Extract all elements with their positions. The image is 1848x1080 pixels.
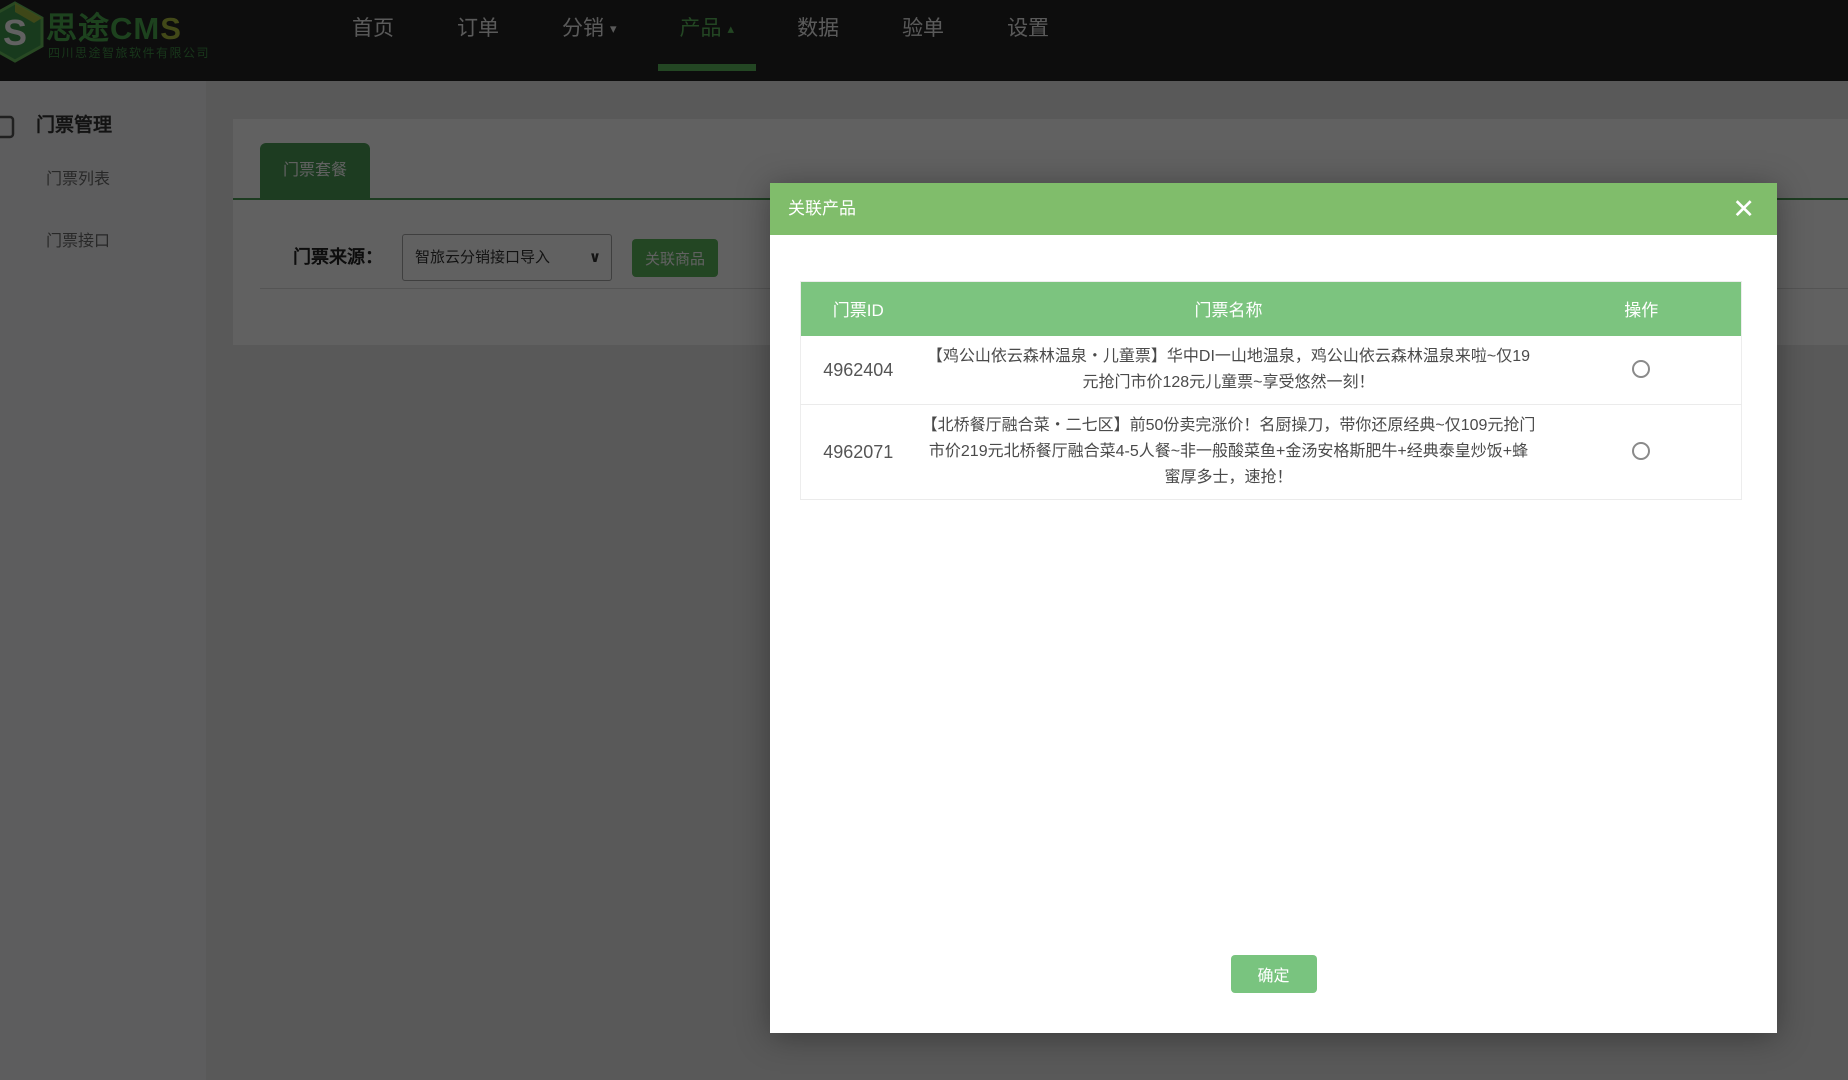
confirm-button[interactable]: 确定: [1231, 955, 1317, 993]
action-cell: [1542, 404, 1742, 499]
ticket-id-cell: 4962071: [801, 404, 916, 499]
modal-footer: 确定: [770, 955, 1777, 993]
related-products-table: 门票ID 门票名称 操作 4962404 【鸡公山依云森林温泉・儿童票】华中DI…: [800, 281, 1742, 500]
close-icon[interactable]: ✕: [1732, 191, 1755, 227]
table-row: 4962071 【北桥餐厅融合菜・二七区】前50份卖完涨价！名厨操刀，带你还原经…: [801, 404, 1742, 499]
ticket-id-cell: 4962404: [801, 336, 916, 405]
ticket-name-cell: 【鸡公山依云森林温泉・儿童票】华中DI一山地温泉，鸡公山依云森林温泉来啦~仅19…: [916, 336, 1542, 405]
column-header-action: 操作: [1542, 282, 1742, 336]
column-header-ticket-id: 门票ID: [801, 282, 916, 336]
ticket-name-cell: 【北桥餐厅融合菜・二七区】前50份卖完涨价！名厨操刀，带你还原经典~仅109元抢…: [916, 404, 1542, 499]
select-radio[interactable]: [1632, 360, 1650, 378]
action-cell: [1542, 336, 1742, 405]
table-row: 4962404 【鸡公山依云森林温泉・儿童票】华中DI一山地温泉，鸡公山依云森林…: [801, 336, 1742, 405]
column-header-ticket-name: 门票名称: [916, 282, 1542, 336]
related-products-modal: 关联产品 ✕ 门票ID 门票名称 操作 4962404 【鸡公山依云森林温泉・儿…: [770, 183, 1777, 1033]
select-radio[interactable]: [1632, 442, 1650, 460]
modal-header: 关联产品 ✕: [770, 183, 1777, 235]
modal-title: 关联产品: [788, 183, 856, 235]
